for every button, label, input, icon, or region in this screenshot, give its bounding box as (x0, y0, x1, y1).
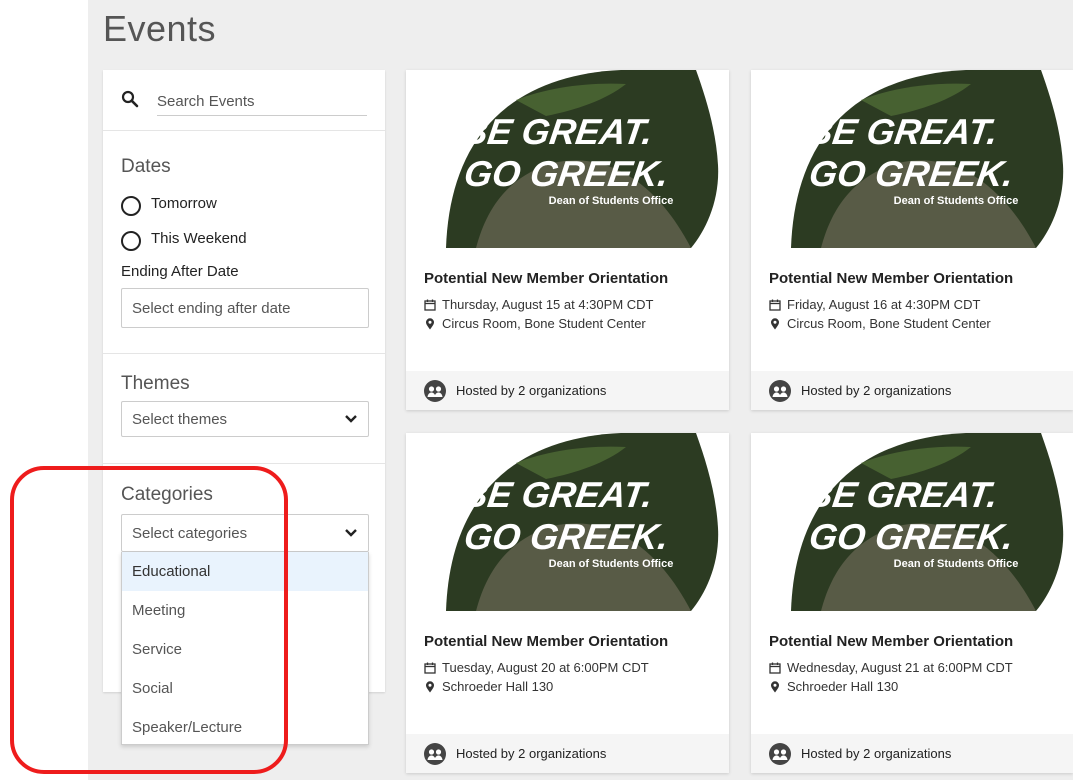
radio-label: Tomorrow (151, 194, 217, 212)
hosted-by-text[interactable]: Hosted by 2 organizations (801, 746, 951, 761)
event-footer: Hosted by 2 organizations (406, 371, 729, 410)
event-location-text: Schroeder Hall 130 (787, 679, 899, 694)
dates-title: Dates (121, 156, 171, 177)
image-line-2: GO GREEK. (807, 516, 1017, 557)
location-pin-icon (771, 680, 779, 692)
chevron-down-icon (345, 415, 357, 423)
location-pin-icon (771, 317, 779, 329)
event-footer: Hosted by 2 organizations (751, 371, 1073, 410)
radio-label: This Weekend (151, 229, 247, 247)
event-date: Thursday, August 15 at 4:30PM CDT (424, 297, 724, 312)
event-title[interactable]: Potential New Member Orientation (769, 270, 1069, 287)
search-icon (121, 90, 139, 108)
categories-placeholder: Select categories (132, 524, 248, 542)
event-body: Potential New Member Orientation Friday,… (769, 270, 1069, 331)
radio-this-weekend[interactable]: This Weekend (121, 225, 247, 251)
event-footer: Hosted by 2 organizations (406, 734, 729, 773)
chevron-down-icon (345, 529, 357, 537)
image-line-1: BE GREAT. (804, 474, 1000, 515)
dropdown-option-meeting[interactable]: Meeting (122, 591, 368, 630)
image-line-2: GO GREEK. (807, 153, 1017, 194)
location-pin-icon (426, 317, 434, 329)
event-location-text: Circus Room, Bone Student Center (787, 316, 991, 331)
image-caption: Dean of Students Office (894, 195, 1019, 207)
event-date-text: Tuesday, August 20 at 6:00PM CDT (442, 660, 649, 675)
themes-select[interactable]: Select themes (121, 401, 369, 437)
event-image: BE GREAT. GO GREEK. Dean of Students Off… (751, 70, 1073, 248)
calendar-icon (769, 662, 781, 674)
filter-sidebar: Dates Tomorrow This Weekend Ending After… (103, 70, 385, 745)
event-date-text: Thursday, August 15 at 4:30PM CDT (442, 297, 654, 312)
calendar-icon (424, 299, 436, 311)
event-body: Potential New Member Orientation Thursda… (424, 270, 724, 331)
event-date-text: Friday, August 16 at 4:30PM CDT (787, 297, 981, 312)
event-card[interactable]: BE GREAT. GO GREEK. Dean of Students Off… (751, 70, 1073, 410)
divider (103, 463, 385, 464)
search-input[interactable] (157, 88, 367, 116)
dropdown-option-service[interactable]: Service (122, 630, 368, 669)
event-date: Friday, August 16 at 4:30PM CDT (769, 297, 1069, 312)
image-line-2: GO GREEK. (462, 516, 672, 557)
hosted-by-text[interactable]: Hosted by 2 organizations (801, 383, 951, 398)
image-caption: Dean of Students Office (549, 195, 674, 207)
image-line-1: BE GREAT. (459, 474, 655, 515)
ending-after-date-input[interactable] (121, 288, 369, 328)
event-title[interactable]: Potential New Member Orientation (769, 633, 1069, 650)
divider (103, 130, 385, 131)
themes-placeholder: Select themes (132, 410, 228, 428)
calendar-icon (424, 662, 436, 674)
event-image: BE GREAT. GO GREEK. Dean of Students Off… (751, 433, 1073, 611)
event-card[interactable]: BE GREAT. GO GREEK. Dean of Students Off… (406, 70, 729, 410)
event-date: Tuesday, August 20 at 6:00PM CDT (424, 660, 724, 675)
group-icon (769, 742, 791, 765)
event-location: Circus Room, Bone Student Center (424, 316, 724, 331)
group-icon (424, 742, 446, 765)
event-image: BE GREAT. GO GREEK. Dean of Students Off… (406, 70, 729, 248)
themes-title: Themes (121, 373, 190, 394)
group-icon (769, 379, 791, 402)
dropdown-option-speaker-lecture[interactable]: Speaker/Lecture (122, 708, 368, 747)
hosted-by-text[interactable]: Hosted by 2 organizations (456, 383, 606, 398)
event-date: Wednesday, August 21 at 6:00PM CDT (769, 660, 1069, 675)
dropdown-option-educational[interactable]: Educational (122, 552, 368, 591)
hosted-by-text[interactable]: Hosted by 2 organizations (456, 746, 606, 761)
event-location: Circus Room, Bone Student Center (769, 316, 1069, 331)
categories-select[interactable]: Select categories (121, 514, 369, 552)
image-line-1: BE GREAT. (804, 111, 1000, 152)
event-location-text: Circus Room, Bone Student Center (442, 316, 646, 331)
event-title[interactable]: Potential New Member Orientation (424, 633, 724, 650)
radio-tomorrow[interactable]: Tomorrow (121, 190, 217, 216)
event-body: Potential New Member Orientation Tuesday… (424, 633, 724, 694)
categories-dropdown: Educational Meeting Service Social Speak… (121, 552, 369, 745)
event-card[interactable]: BE GREAT. GO GREEK. Dean of Students Off… (751, 433, 1073, 773)
event-image: BE GREAT. GO GREEK. Dean of Students Off… (406, 433, 729, 611)
radio-button[interactable] (121, 196, 141, 216)
radio-button[interactable] (121, 231, 141, 251)
image-caption: Dean of Students Office (894, 558, 1019, 570)
event-card[interactable]: BE GREAT. GO GREEK. Dean of Students Off… (406, 433, 729, 773)
image-caption: Dean of Students Office (549, 558, 674, 570)
event-title[interactable]: Potential New Member Orientation (424, 270, 724, 287)
calendar-icon (769, 299, 781, 311)
categories-title: Categories (121, 484, 213, 505)
image-line-2: GO GREEK. (462, 153, 672, 194)
event-location: Schroeder Hall 130 (769, 679, 1069, 694)
location-pin-icon (426, 680, 434, 692)
search-row (121, 88, 367, 118)
event-body: Potential New Member Orientation Wednesd… (769, 633, 1069, 694)
page-title: Events (103, 8, 217, 49)
event-footer: Hosted by 2 organizations (751, 734, 1073, 773)
group-icon (424, 379, 446, 402)
event-location: Schroeder Hall 130 (424, 679, 724, 694)
dropdown-option-social[interactable]: Social (122, 669, 368, 708)
ending-after-label: Ending After Date (121, 263, 239, 280)
event-date-text: Wednesday, August 21 at 6:00PM CDT (787, 660, 1013, 675)
image-line-1: BE GREAT. (459, 111, 655, 152)
divider (103, 353, 385, 354)
event-location-text: Schroeder Hall 130 (442, 679, 554, 694)
